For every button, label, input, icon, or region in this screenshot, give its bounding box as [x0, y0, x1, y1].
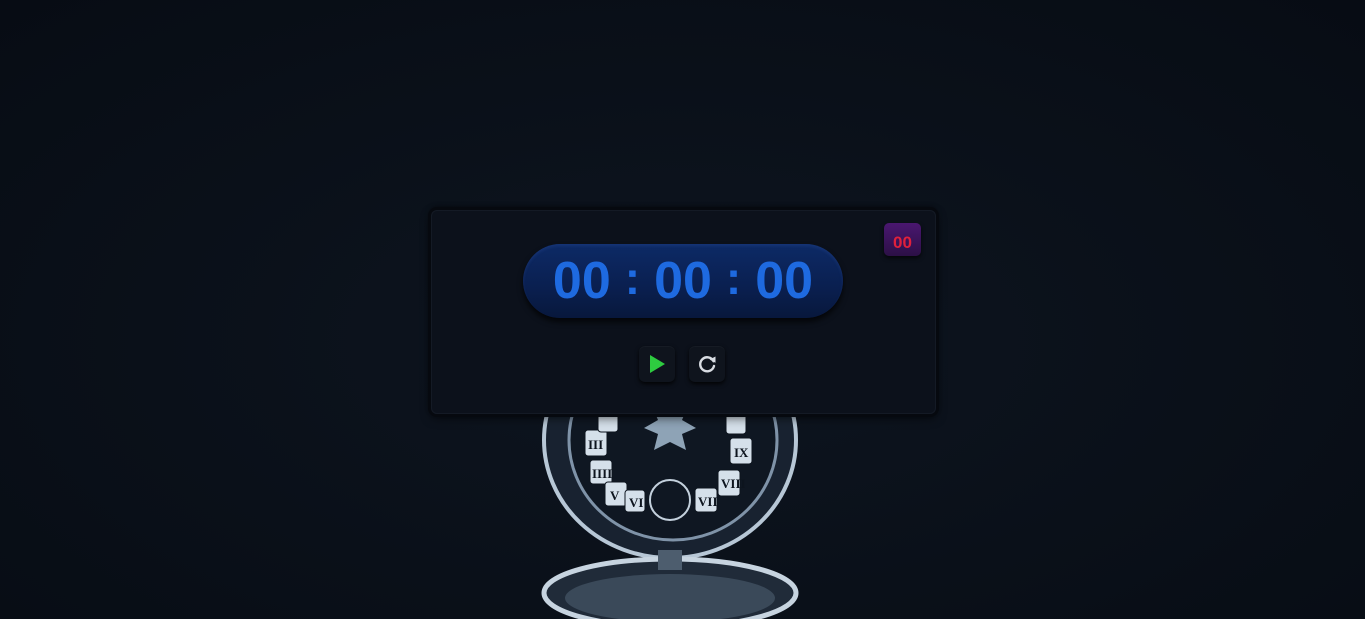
- time-separator: :: [624, 252, 641, 304]
- play-button[interactable]: [639, 346, 675, 382]
- play-icon: [650, 355, 665, 373]
- seconds-value: 00: [755, 252, 814, 310]
- svg-text:VI: VI: [629, 495, 643, 510]
- reset-icon: [699, 356, 716, 373]
- svg-text:VII: VII: [698, 494, 718, 509]
- milliseconds-badge: 00: [884, 223, 921, 256]
- page: III IIII V VI VII VIII IX 00 00 : 00 : 0…: [0, 0, 1365, 619]
- svg-text:V: V: [610, 488, 620, 503]
- minutes-value: 00: [654, 252, 712, 310]
- reset-button[interactable]: [689, 346, 725, 382]
- svg-text:VIII: VIII: [721, 476, 746, 491]
- milliseconds-value: 00: [893, 233, 912, 252]
- svg-text:IIII: IIII: [592, 466, 612, 481]
- time-separator: :: [725, 252, 742, 304]
- svg-text:IX: IX: [734, 445, 749, 460]
- svg-text:III: III: [588, 437, 603, 452]
- hours-value: 00: [552, 252, 611, 310]
- time-display: 00 : 00 : 00: [523, 244, 843, 318]
- controls: [639, 346, 725, 382]
- stopwatch-card: 00 00 : 00 : 00: [431, 210, 936, 414]
